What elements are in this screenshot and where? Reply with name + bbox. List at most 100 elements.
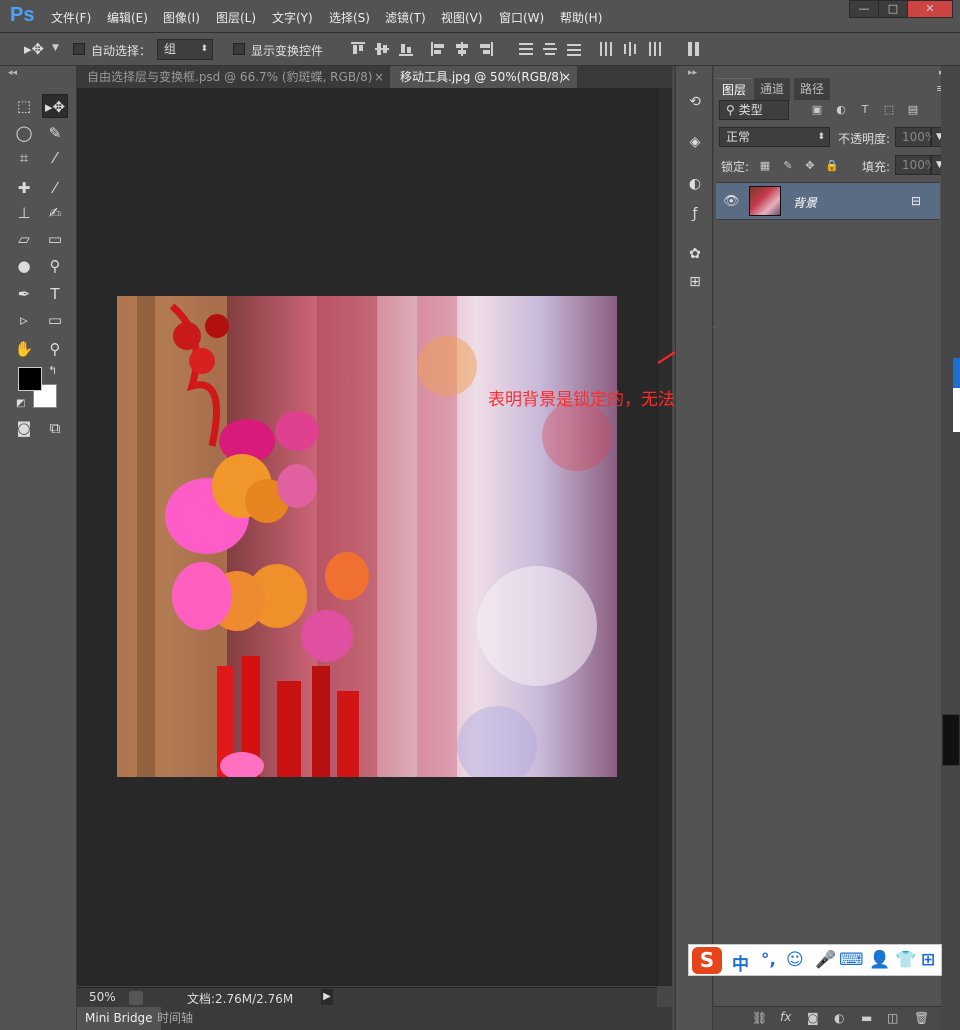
adjustment-layer-icon[interactable]: ◐: [834, 1011, 844, 1025]
distribute-top-icon[interactable]: [519, 42, 533, 56]
close-icon[interactable]: ×: [561, 66, 571, 88]
menu-window[interactable]: 窗口(W): [499, 9, 544, 26]
chevron-down-icon[interactable]: ▼: [52, 43, 59, 53]
status-info-icon[interactable]: [129, 991, 143, 1005]
history-brush-tool-icon[interactable]: ✍: [42, 201, 68, 225]
ime-punctuation[interactable]: °,: [761, 950, 776, 970]
auto-select-checkbox[interactable]: [73, 43, 85, 55]
new-group-icon[interactable]: ▬: [861, 1011, 872, 1025]
filter-type-icon[interactable]: T: [859, 104, 871, 116]
auto-align-icon[interactable]: [687, 42, 701, 56]
link-layers-icon[interactable]: ⛓: [752, 1011, 767, 1025]
quick-mask-icon[interactable]: ◙: [11, 416, 37, 440]
auto-select-dropdown[interactable]: 组 ⬍: [157, 39, 213, 60]
distribute-vcenter-icon[interactable]: [543, 42, 557, 56]
skin-icon[interactable]: 👕: [895, 950, 916, 970]
eraser-tool-icon[interactable]: ▱: [11, 227, 37, 251]
zoom-tool-icon[interactable]: ⚲: [42, 337, 68, 361]
history-panel-icon[interactable]: ⟲: [683, 91, 707, 113]
pen-tool-icon[interactable]: ✒: [11, 282, 37, 306]
minimize-button[interactable]: —: [849, 0, 879, 18]
toolbox-grid-icon[interactable]: ⊞: [921, 950, 935, 970]
lock-all-icon[interactable]: 🔒: [825, 160, 839, 172]
move-tool-preset-icon[interactable]: ▸✥: [24, 40, 44, 58]
tab-timeline[interactable]: 时间轴: [149, 1007, 201, 1030]
lock-transparent-icon[interactable]: ▦: [759, 160, 771, 172]
side-widget[interactable]: [942, 714, 960, 766]
default-colors-icon[interactable]: ◩: [16, 398, 25, 409]
path-select-tool-icon[interactable]: ▹: [11, 308, 37, 332]
type-tool-icon[interactable]: T: [42, 282, 68, 306]
new-layer-icon[interactable]: ◫: [887, 1011, 898, 1025]
menu-edit[interactable]: 编辑(E): [107, 9, 148, 26]
restore-button[interactable]: □: [878, 0, 908, 18]
menu-image[interactable]: 图像(I): [163, 9, 200, 26]
swatches-panel-icon[interactable]: ✿: [683, 243, 707, 265]
close-icon[interactable]: ×: [374, 66, 384, 88]
crop-tool-icon[interactable]: ⌗: [11, 146, 37, 170]
delete-layer-icon[interactable]: 🗑: [914, 1011, 929, 1025]
lasso-tool-icon[interactable]: ◯: [11, 121, 37, 145]
adjustments-panel-icon[interactable]: ◐: [683, 173, 707, 195]
microphone-icon[interactable]: 🎤: [815, 950, 836, 970]
clone-stamp-tool-icon[interactable]: ⊥: [11, 201, 37, 225]
status-arrow-icon[interactable]: ▶: [321, 989, 333, 1005]
menu-type[interactable]: 文字(Y): [272, 9, 313, 26]
3d-panel-icon[interactable]: ◈: [683, 131, 707, 153]
show-transform-checkbox[interactable]: [233, 43, 245, 55]
eyedropper-tool-icon[interactable]: ⁄: [42, 146, 68, 170]
align-right-icon[interactable]: [479, 42, 493, 56]
grid-panel-icon[interactable]: ⊞: [683, 271, 707, 293]
ime-chinese-mode[interactable]: 中: [732, 950, 749, 975]
menu-layer[interactable]: 图层(L): [216, 9, 256, 26]
menu-view[interactable]: 视图(V): [441, 9, 483, 26]
distribute-right-icon[interactable]: [647, 42, 661, 56]
align-left-icon[interactable]: [431, 42, 445, 56]
tab-document-jpg[interactable]: 移动工具.jpg @ 50%(RGB/8) ×: [390, 66, 577, 88]
menu-filter[interactable]: 滤镜(T): [385, 9, 426, 26]
hand-tool-icon[interactable]: ✋: [11, 337, 37, 361]
zoom-level[interactable]: 50%: [89, 990, 116, 1004]
distribute-bottom-icon[interactable]: [567, 42, 581, 56]
styles-panel-icon[interactable]: ƒ: [683, 203, 707, 225]
healing-brush-tool-icon[interactable]: ✚: [11, 176, 37, 200]
visibility-eye-icon[interactable]: 👁: [723, 194, 740, 209]
filter-shape-icon[interactable]: ⬚: [883, 104, 895, 116]
brush-tool-icon[interactable]: ⁄: [42, 176, 68, 200]
lock-pixels-icon[interactable]: ✎: [782, 160, 794, 172]
align-hcenter-icon[interactable]: [455, 42, 469, 56]
layer-row-background[interactable]: 👁 背景 ⊟: [716, 182, 940, 220]
opacity-input[interactable]: 100%: [895, 127, 936, 147]
lock-position-icon[interactable]: ✥: [804, 160, 816, 172]
dodge-tool-icon[interactable]: ⚲: [42, 254, 68, 278]
filter-smart-object-icon[interactable]: ▤: [907, 104, 919, 116]
expand-arrows-icon[interactable]: ▸▸: [688, 68, 697, 78]
distribute-left-icon[interactable]: [599, 42, 613, 56]
filter-type-dropdown[interactable]: ⚲ 类型: [719, 100, 789, 120]
layer-style-icon[interactable]: fx: [780, 1010, 791, 1024]
collapse-arrows-icon[interactable]: ◂◂: [8, 68, 17, 78]
user-icon[interactable]: 👤: [869, 950, 890, 970]
emoji-icon[interactable]: ☺: [786, 950, 804, 970]
keyboard-icon[interactable]: ⌨: [839, 950, 864, 970]
add-mask-icon[interactable]: ◙: [807, 1011, 819, 1025]
blend-mode-dropdown[interactable]: 正常 ⬍: [719, 127, 830, 147]
sogou-logo-icon[interactable]: S: [692, 947, 722, 974]
document-image[interactable]: [117, 296, 617, 777]
filter-adjustment-icon[interactable]: ◐: [835, 104, 847, 116]
align-vcenter-icon[interactable]: [375, 42, 389, 56]
foreground-color-swatch[interactable]: [18, 367, 42, 391]
align-bottom-icon[interactable]: [399, 42, 413, 56]
tab-paths[interactable]: 路径: [794, 78, 831, 100]
close-button[interactable]: ✕: [907, 0, 953, 18]
align-top-icon[interactable]: [351, 42, 365, 56]
blur-tool-icon[interactable]: ●: [11, 254, 37, 278]
swap-colors-icon[interactable]: ↰: [48, 364, 57, 377]
fill-input[interactable]: 100%: [895, 155, 936, 175]
layer-name[interactable]: 背景: [793, 194, 817, 211]
screen-mode-icon[interactable]: ⧉: [42, 416, 68, 440]
menu-file[interactable]: 文件(F): [51, 9, 91, 26]
tab-layers[interactable]: 图层: [716, 78, 753, 100]
rectangle-tool-icon[interactable]: ▭: [42, 308, 68, 332]
layer-lock-icon[interactable]: ⊟: [911, 194, 921, 208]
